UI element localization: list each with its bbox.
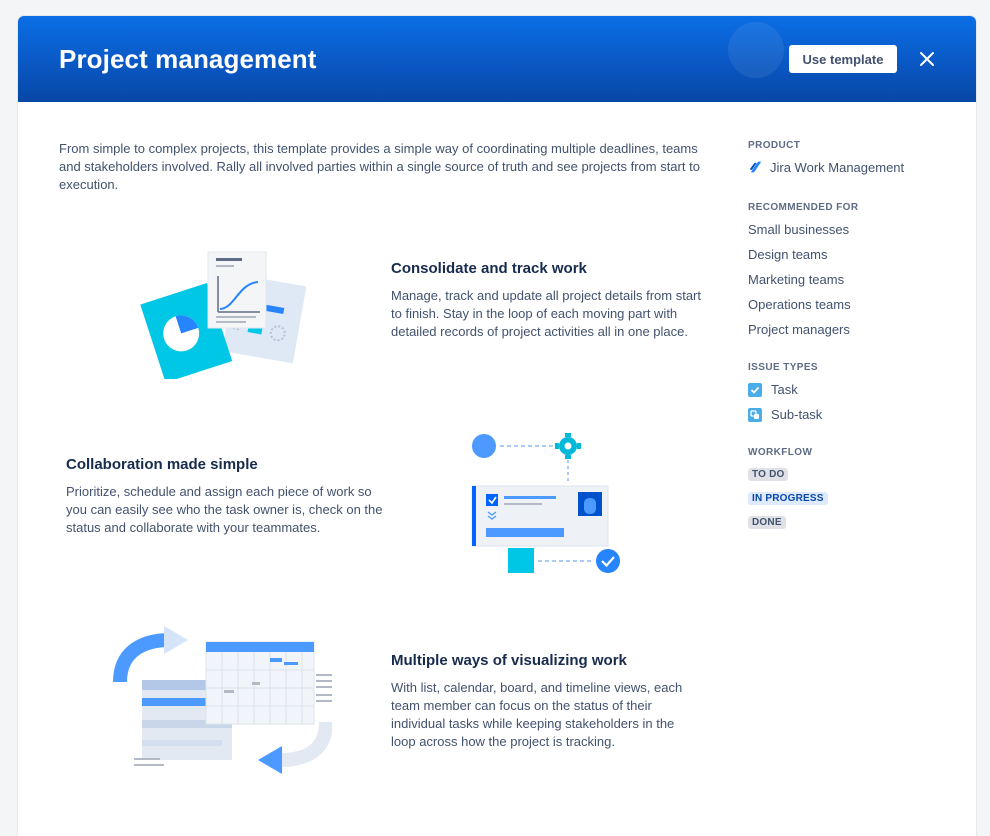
documents-chart-illustration xyxy=(130,234,310,383)
recommended-section: RECOMMENDED FOR Small businesses Design … xyxy=(748,202,958,342)
issue-type-label: Sub-task xyxy=(771,407,823,422)
feature-description: With list, calendar, board, and timeline… xyxy=(391,680,683,749)
issue-type-subtask: Sub-task xyxy=(748,402,958,427)
status-lozenge-in-progress: IN PROGRESS xyxy=(748,492,828,505)
status-lozenge-done: DONE xyxy=(748,516,786,529)
feature-collaboration: Collaboration made simple Prioritize, sc… xyxy=(66,456,386,537)
recommended-item: Operations teams xyxy=(748,297,851,312)
product-name: Jira Work Management xyxy=(770,159,905,175)
template-description: From simple to complex projects, this te… xyxy=(59,141,700,192)
modal-header: Project management Use template xyxy=(18,16,976,102)
feature-visualizing: Multiple ways of visualizing work With l… xyxy=(391,652,701,751)
template-modal: Project management Use template From sim… xyxy=(18,16,976,836)
close-button[interactable] xyxy=(916,48,938,70)
recommended-item: Marketing teams xyxy=(748,272,845,287)
product-link[interactable]: Jira Work Management xyxy=(748,159,958,175)
feature-title: Multiple ways of visualizing work xyxy=(391,652,627,669)
section-title: RECOMMENDED FOR xyxy=(748,202,859,213)
modal-title: Project management xyxy=(59,44,317,74)
header-decoration xyxy=(728,22,784,78)
jira-work-management-icon xyxy=(750,161,761,173)
subtask-icon xyxy=(748,407,762,422)
feature-consolidate: Consolidate and track work Manage, track… xyxy=(391,260,711,341)
recommended-item: Project managers xyxy=(748,322,850,337)
recommended-item: Small businesses xyxy=(748,222,850,237)
task-icon xyxy=(748,382,762,397)
status-lozenge-todo: TO DO xyxy=(748,468,789,481)
feature-title: Consolidate and track work xyxy=(391,260,587,277)
template-details-sidebar: PRODUCT Jira Work Management RECOMMENDED… xyxy=(748,140,958,536)
feature-description: Prioritize, schedule and assign each pie… xyxy=(66,484,383,535)
feature-description: Manage, track and update all project det… xyxy=(391,288,701,339)
issue-type-task: Task xyxy=(748,377,958,402)
close-icon xyxy=(920,52,934,66)
section-title: PRODUCT xyxy=(748,140,801,151)
feature-title: Collaboration made simple xyxy=(66,456,258,473)
issue-types-section: ISSUE TYPES Task Sub-task xyxy=(748,362,958,427)
issue-type-label: Task xyxy=(771,382,798,397)
section-title: WORKFLOW xyxy=(748,447,813,458)
use-template-button[interactable]: Use template xyxy=(789,45,897,73)
workflow-section: WORKFLOW TO DO IN PROGRESS DONE xyxy=(748,447,958,536)
product-section: PRODUCT Jira Work Management xyxy=(748,140,958,175)
task-card-collaboration-illustration xyxy=(468,428,628,574)
section-title: ISSUE TYPES xyxy=(748,362,818,373)
calendar-timeline-illustration xyxy=(112,622,344,777)
recommended-item: Design teams xyxy=(748,247,828,262)
